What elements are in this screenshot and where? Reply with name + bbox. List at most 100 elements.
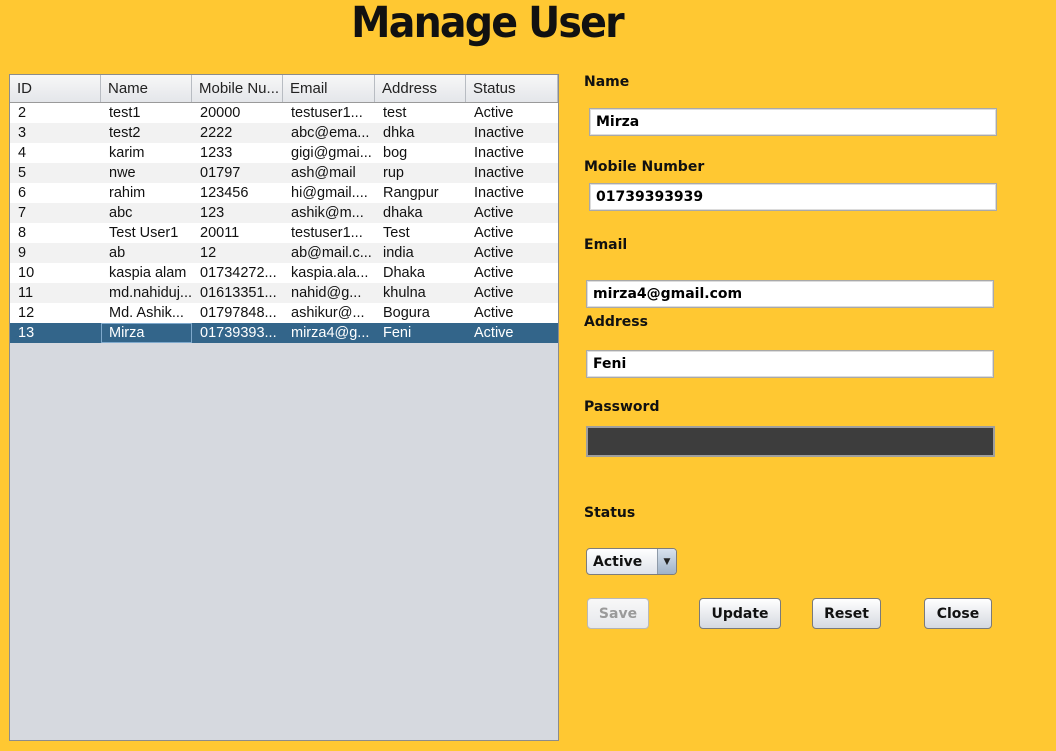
cell-status[interactable]: Active: [466, 303, 558, 323]
cell-name[interactable]: ab: [101, 243, 192, 263]
cell-id[interactable]: 4: [10, 143, 101, 163]
cell-status[interactable]: Inactive: [466, 143, 558, 163]
cell-mobile[interactable]: 01797848...: [192, 303, 283, 323]
cell-status[interactable]: Active: [466, 283, 558, 303]
cell-address[interactable]: Feni: [375, 323, 466, 343]
cell-address[interactable]: test: [375, 103, 466, 123]
cell-status[interactable]: Active: [466, 203, 558, 223]
cell-mobile[interactable]: 12: [192, 243, 283, 263]
cell-status[interactable]: Active: [466, 103, 558, 123]
cell-id[interactable]: 8: [10, 223, 101, 243]
name-field[interactable]: [589, 108, 997, 136]
cell-name[interactable]: rahim: [101, 183, 192, 203]
table-row[interactable]: 13 Mirza 01739393... mirza4@g... Feni Active: [10, 323, 558, 343]
cell-mobile[interactable]: 123: [192, 203, 283, 223]
cell-address[interactable]: dhaka: [375, 203, 466, 223]
table-row[interactable]: 3 test2 2222 abc@ema... dhka Inactive: [10, 123, 558, 143]
cell-mobile[interactable]: 01739393...: [192, 323, 283, 343]
column-header-id[interactable]: ID: [10, 75, 101, 102]
column-header-mobile[interactable]: Mobile Nu...: [192, 75, 283, 102]
cell-name[interactable]: test2: [101, 123, 192, 143]
cell-status[interactable]: Active: [466, 323, 558, 343]
cell-address[interactable]: dhka: [375, 123, 466, 143]
cell-address[interactable]: Dhaka: [375, 263, 466, 283]
cell-address[interactable]: bog: [375, 143, 466, 163]
email-field[interactable]: [586, 280, 994, 308]
cell-id[interactable]: 11: [10, 283, 101, 303]
cell-name[interactable]: nwe: [101, 163, 192, 183]
cell-id[interactable]: 13: [10, 323, 101, 343]
close-button[interactable]: Close: [924, 598, 992, 629]
table-row[interactable]: 2 test1 20000 testuser1... test Active: [10, 103, 558, 123]
cell-mobile[interactable]: 1233: [192, 143, 283, 163]
cell-name[interactable]: Mirza: [101, 323, 192, 343]
cell-email[interactable]: ashik@m...: [283, 203, 375, 223]
cell-name[interactable]: md.nahiduj...: [101, 283, 192, 303]
cell-address[interactable]: Rangpur: [375, 183, 466, 203]
cell-email[interactable]: ash@mail: [283, 163, 375, 183]
cell-id[interactable]: 7: [10, 203, 101, 223]
cell-email[interactable]: ab@mail.c...: [283, 243, 375, 263]
column-header-status[interactable]: Status: [466, 75, 558, 102]
cell-email[interactable]: kaspia.ala...: [283, 263, 375, 283]
table-row[interactable]: 4 karim 1233 gigi@gmai... bog Inactive: [10, 143, 558, 163]
cell-id[interactable]: 6: [10, 183, 101, 203]
cell-id[interactable]: 5: [10, 163, 101, 183]
users-table[interactable]: ID Name Mobile Nu... Email Address Statu…: [9, 74, 559, 741]
table-row[interactable]: 8 Test User1 20011 testuser1... Test Active: [10, 223, 558, 243]
cell-address[interactable]: india: [375, 243, 466, 263]
table-row[interactable]: 10 kaspia alam 01734272... kaspia.ala... Dha…: [10, 263, 558, 283]
column-header-address[interactable]: Address: [375, 75, 466, 102]
chevron-down-icon[interactable]: ▼: [657, 549, 676, 574]
table-row[interactable]: 5 nwe 01797 ash@mail rup Inactive: [10, 163, 558, 183]
cell-status[interactable]: Inactive: [466, 123, 558, 143]
cell-address[interactable]: Bogura: [375, 303, 466, 323]
cell-status[interactable]: Active: [466, 223, 558, 243]
cell-status[interactable]: Active: [466, 263, 558, 283]
cell-email[interactable]: nahid@g...: [283, 283, 375, 303]
cell-mobile[interactable]: 01613351...: [192, 283, 283, 303]
cell-name[interactable]: karim: [101, 143, 192, 163]
cell-id[interactable]: 12: [10, 303, 101, 323]
cell-status[interactable]: Inactive: [466, 163, 558, 183]
table-row[interactable]: 7 abc 123 ashik@m... dhaka Active: [10, 203, 558, 223]
cell-address[interactable]: Test: [375, 223, 466, 243]
cell-email[interactable]: testuser1...: [283, 103, 375, 123]
cell-mobile[interactable]: 20011: [192, 223, 283, 243]
cell-id[interactable]: 3: [10, 123, 101, 143]
address-field[interactable]: [586, 350, 994, 378]
cell-id[interactable]: 10: [10, 263, 101, 283]
cell-name[interactable]: test1: [101, 103, 192, 123]
table-row[interactable]: 12 Md. Ashik... 01797848... ashikur@... Bogu…: [10, 303, 558, 323]
cell-mobile[interactable]: 123456: [192, 183, 283, 203]
table-row[interactable]: 11 md.nahiduj... 01613351... nahid@g... khul…: [10, 283, 558, 303]
cell-email[interactable]: abc@ema...: [283, 123, 375, 143]
cell-mobile[interactable]: 20000: [192, 103, 283, 123]
status-select[interactable]: Active ▼: [586, 548, 677, 575]
table-row[interactable]: 9 ab 12 ab@mail.c... india Active: [10, 243, 558, 263]
mobile-field[interactable]: [589, 183, 997, 211]
cell-id[interactable]: 9: [10, 243, 101, 263]
cell-email[interactable]: hi@gmail....: [283, 183, 375, 203]
cell-name[interactable]: Test User1: [101, 223, 192, 243]
reset-button[interactable]: Reset: [812, 598, 881, 629]
password-field[interactable]: [586, 426, 995, 457]
cell-name[interactable]: Md. Ashik...: [101, 303, 192, 323]
cell-name[interactable]: abc: [101, 203, 192, 223]
cell-address[interactable]: khulna: [375, 283, 466, 303]
cell-email[interactable]: mirza4@g...: [283, 323, 375, 343]
save-button[interactable]: Save: [587, 598, 649, 629]
cell-name[interactable]: kaspia alam: [101, 263, 192, 283]
column-header-name[interactable]: Name: [101, 75, 192, 102]
column-header-email[interactable]: Email: [283, 75, 375, 102]
cell-mobile[interactable]: 2222: [192, 123, 283, 143]
cell-status[interactable]: Inactive: [466, 183, 558, 203]
cell-email[interactable]: testuser1...: [283, 223, 375, 243]
cell-email[interactable]: ashikur@...: [283, 303, 375, 323]
update-button[interactable]: Update: [699, 598, 781, 629]
table-row[interactable]: 6 rahim 123456 hi@gmail.... Rangpur Inactive: [10, 183, 558, 203]
cell-mobile[interactable]: 01797: [192, 163, 283, 183]
cell-address[interactable]: rup: [375, 163, 466, 183]
cell-mobile[interactable]: 01734272...: [192, 263, 283, 283]
cell-status[interactable]: Active: [466, 243, 558, 263]
